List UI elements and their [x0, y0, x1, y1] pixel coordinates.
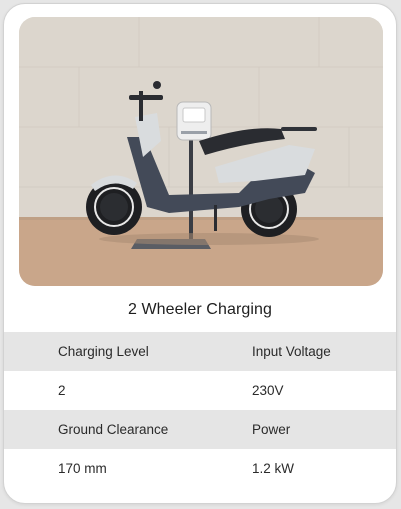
spec-table: Charging Level Input Voltage 2 230V Grou…	[4, 332, 396, 488]
spec-label: Ground Clearance	[58, 422, 169, 437]
product-card: 2 Wheeler Charging Charging Level Input …	[3, 3, 397, 504]
scooter-charging-photo	[19, 17, 383, 286]
spec-value-row: 170 mm 1.2 kW	[4, 449, 396, 488]
spec-value: 1.2 kW	[252, 461, 295, 476]
spec-label: Input Voltage	[252, 344, 331, 359]
spec-label: Charging Level	[58, 344, 149, 359]
spec-value: 2	[58, 383, 66, 398]
spec-header-row: Ground Clearance Power	[4, 410, 396, 449]
spec-label: Power	[252, 422, 291, 437]
spec-value: 230V	[252, 383, 284, 398]
spec-header-row: Charging Level Input Voltage	[4, 332, 396, 371]
spec-value: 170 mm	[58, 461, 107, 476]
card-title: 2 Wheeler Charging	[127, 301, 273, 318]
spec-value-row: 2 230V	[4, 371, 396, 410]
